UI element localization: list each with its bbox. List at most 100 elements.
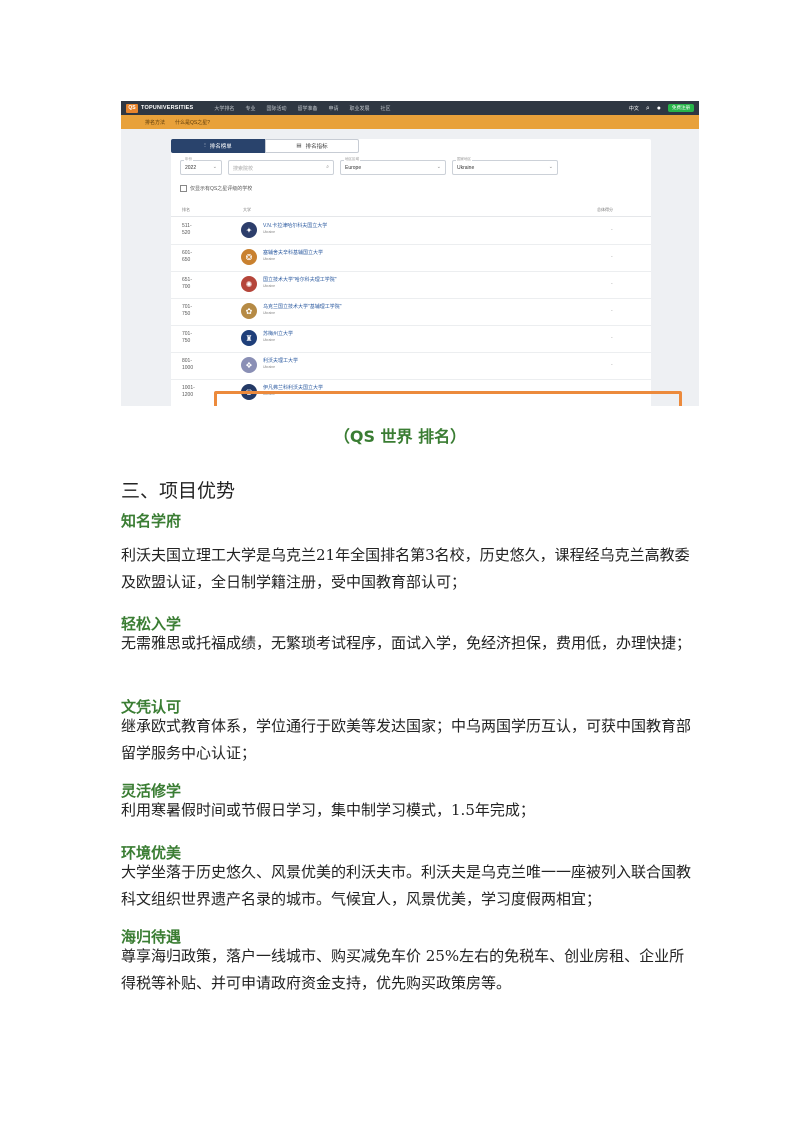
year-value: 2022 <box>185 165 197 171</box>
header-overall[interactable]: 总体得分 <box>597 207 613 213</box>
university-name-link[interactable]: 国立技术大学"哈尔科夫理工学院" <box>263 276 337 283</box>
table-row[interactable]: 511- 520 ✦ V.N.卡拉津哈尔科夫国立大学 Ukraine - <box>171 217 651 245</box>
country-cell: Ukraine <box>263 338 276 342</box>
overall-score-cell: - <box>611 362 613 368</box>
university-name-link[interactable]: 塞辅舍夫辛科基辅国立大学 <box>263 249 323 256</box>
top-right-controls: 中文 ⌕ ● 免费注册 <box>629 104 694 112</box>
main-nav: 大学排名 专业 国际活动 留学准备 申请 职业发展 社区 <box>214 105 390 112</box>
nav-item[interactable]: 留学准备 <box>297 105 317 112</box>
nav-item[interactable]: 社区 <box>381 105 391 112</box>
advantage-text: 尊享海归政策，落户一线城市、购买减免车价 25%左右的免税车、创业房租、企业所得… <box>121 947 685 992</box>
nav-item[interactable]: 申请 <box>328 105 338 112</box>
year-select[interactable]: 年份 2022 ⌄ <box>180 157 222 175</box>
overall-score-cell: - <box>611 335 613 341</box>
section-heading: 三、项目优势 <box>121 480 236 502</box>
university-name-link[interactable]: 利沃夫理工大学 <box>263 357 298 364</box>
chevron-down-icon: ⌄ <box>548 164 553 170</box>
table-row[interactable]: 701- 750 ✿ 乌克兰国立技术大学"基辅理工学院" Ukraine - <box>171 298 651 326</box>
university-crest-icon: ✿ <box>241 303 257 319</box>
nav-item[interactable]: 专业 <box>245 105 255 112</box>
search-icon: ⌕ <box>326 164 329 170</box>
tab-label: 排名榜单 <box>209 144 232 150</box>
advantage-text: 大学坐落于历史悠久、风景优美的利沃夫市。利沃夫是乌克兰唯一一座被列入联合国教科文… <box>121 863 692 908</box>
university-name-link[interactable]: 苏梅州立大学 <box>263 330 293 337</box>
language-selector[interactable]: 中文 <box>629 105 639 112</box>
chart-icon: ▤ <box>296 143 302 149</box>
site-logo[interactable]: QS TOPUNIVERSITIES <box>126 103 194 113</box>
university-name-link[interactable]: 伊凡弗兰科利沃夫国立大学 <box>263 384 323 391</box>
subnav-methodology[interactable]: 排名方法 <box>145 119 165 126</box>
university-crest-icon: ❂ <box>241 249 257 265</box>
table-row[interactable]: 801- 1000 ❖ 利沃夫理工大学 Ukraine - <box>171 352 651 380</box>
advantage-text: 利用寒暑假时间或节假日学习，集中制学习模式，1.5年完成； <box>121 801 535 819</box>
header-rank[interactable]: 排名 <box>182 207 190 213</box>
highlight-box <box>214 391 682 406</box>
nav-item[interactable]: 职业发展 <box>350 105 370 112</box>
region-select[interactable]: 地区区域 Europe ⌄ <box>340 157 446 175</box>
overall-score-cell: - <box>611 227 613 233</box>
qs-stars-checkbox[interactable]: 仅显示有QS之星评级的学校 <box>180 185 252 192</box>
rank-cell: 701- 750 <box>182 331 193 344</box>
country-cell: Ukraine <box>263 230 276 234</box>
table-row[interactable]: 701- 750 ♜ 苏梅州立大学 Ukraine - <box>171 325 651 353</box>
university-name-link[interactable]: V.N.卡拉津哈尔科夫国立大学 <box>263 222 327 229</box>
university-crest-icon: ✦ <box>241 222 257 238</box>
header-university[interactable]: 大学 <box>243 207 251 213</box>
ranking-tabs: ⫶ 排名榜单 ▤ 排名指标 <box>171 139 359 153</box>
year-label: 年份 <box>184 157 193 162</box>
tab-indicators[interactable]: ▤ 排名指标 <box>265 139 359 153</box>
subnav-qs-stars[interactable]: 什么是QS之星? <box>175 119 210 126</box>
rank-cell: 601- 650 <box>182 250 193 263</box>
filter-icon: ⫶ <box>204 142 206 149</box>
overall-score-cell: - <box>611 308 613 314</box>
chevron-down-icon: ⌄ <box>436 164 441 170</box>
country-cell: Ukraine <box>263 311 276 315</box>
overall-score-cell: - <box>611 281 613 287</box>
nav-item[interactable]: 国际活动 <box>266 105 286 112</box>
tab-ranking-list[interactable]: ⫶ 排名榜单 <box>171 139 265 153</box>
checkbox-box[interactable] <box>180 185 187 192</box>
university-crest-icon: ✺ <box>241 276 257 292</box>
search-input[interactable]: 搜索院校 ⌕ <box>228 160 334 175</box>
country-label: 国家地区 <box>456 157 472 162</box>
table-row[interactable]: 651- 700 ✺ 国立技术大学"哈尔科夫理工学院" Ukraine - <box>171 271 651 299</box>
table-header: 排名 大学 总体得分 <box>171 204 651 217</box>
rank-cell: 511- 520 <box>182 223 192 236</box>
filters-row: 年份 2022 ⌄ 搜索院校 ⌕ 地区区域 Europe ⌄ 国家地区 Ukra… <box>180 157 558 175</box>
checkbox-label: 仅显示有QS之星评级的学校 <box>190 186 253 192</box>
table-row[interactable]: 601- 650 ❂ 塞辅舍夫辛科基辅国立大学 Ukraine - <box>171 244 651 272</box>
rank-cell: 1001- 1200 <box>182 385 195 398</box>
university-name-link[interactable]: 乌克兰国立技术大学"基辅理工学院" <box>263 303 342 310</box>
country-cell: Ukraine <box>263 284 276 288</box>
ranking-panel: ⫶ 排名榜单 ▤ 排名指标 年份 2022 ⌄ 搜索院校 ⌕ 地区区域 Euro… <box>171 139 682 406</box>
tab-label: 排名指标 <box>305 144 328 150</box>
qs-ranking-screenshot: QS TOPUNIVERSITIES 大学排名 专业 国际活动 留学准备 申请 … <box>121 101 699 406</box>
advantage-text: 无需雅思或托福成绩，无繁琐考试程序，面试入学，免经济担保，费用低，办理快捷； <box>121 634 692 652</box>
rank-cell: 701- 750 <box>182 304 193 317</box>
advantage-title: 知名学府 <box>121 512 182 530</box>
advantage-text: 利沃夫国立理工大学是乌克兰21年全国排名第3名校，历史悠久，课程经乌克兰高教委及… <box>121 546 690 591</box>
region-value: Europe <box>345 165 362 171</box>
country-cell: Ukraine <box>263 365 276 369</box>
search-placeholder: 搜索院校 <box>233 166 254 172</box>
country-cell: Ukraine <box>263 257 276 261</box>
nav-item[interactable]: 大学排名 <box>214 105 234 112</box>
signup-button[interactable]: 免费注册 <box>668 104 694 112</box>
overall-score-cell: - <box>611 254 613 260</box>
logo-badge: QS <box>126 103 138 113</box>
advantage-text: 继承欧式教育体系，学位通行于欧美等发达国家；中乌两国学历互认，可获中国教育部留学… <box>121 717 692 762</box>
sub-navbar: 排名方法 什么是QS之星? <box>121 115 699 129</box>
university-crest-icon: ❖ <box>241 357 257 373</box>
logo-text: TOPUNIVERSITIES <box>141 105 194 111</box>
country-value: Ukraine <box>457 165 475 171</box>
country-select[interactable]: 国家地区 Ukraine ⌄ <box>452 157 558 175</box>
university-crest-icon: ♜ <box>241 330 257 346</box>
figure-caption: （QS 世界 排名） <box>333 427 467 446</box>
rank-cell: 801- 1000 <box>182 358 194 371</box>
user-icon[interactable]: ● <box>657 105 661 112</box>
rank-cell: 651- 700 <box>182 277 193 290</box>
chevron-down-icon: ⌄ <box>212 164 217 170</box>
top-navbar: QS TOPUNIVERSITIES 大学排名 专业 国际活动 留学准备 申请 … <box>121 101 699 115</box>
region-label: 地区区域 <box>344 157 360 162</box>
search-icon[interactable]: ⌕ <box>646 105 650 112</box>
